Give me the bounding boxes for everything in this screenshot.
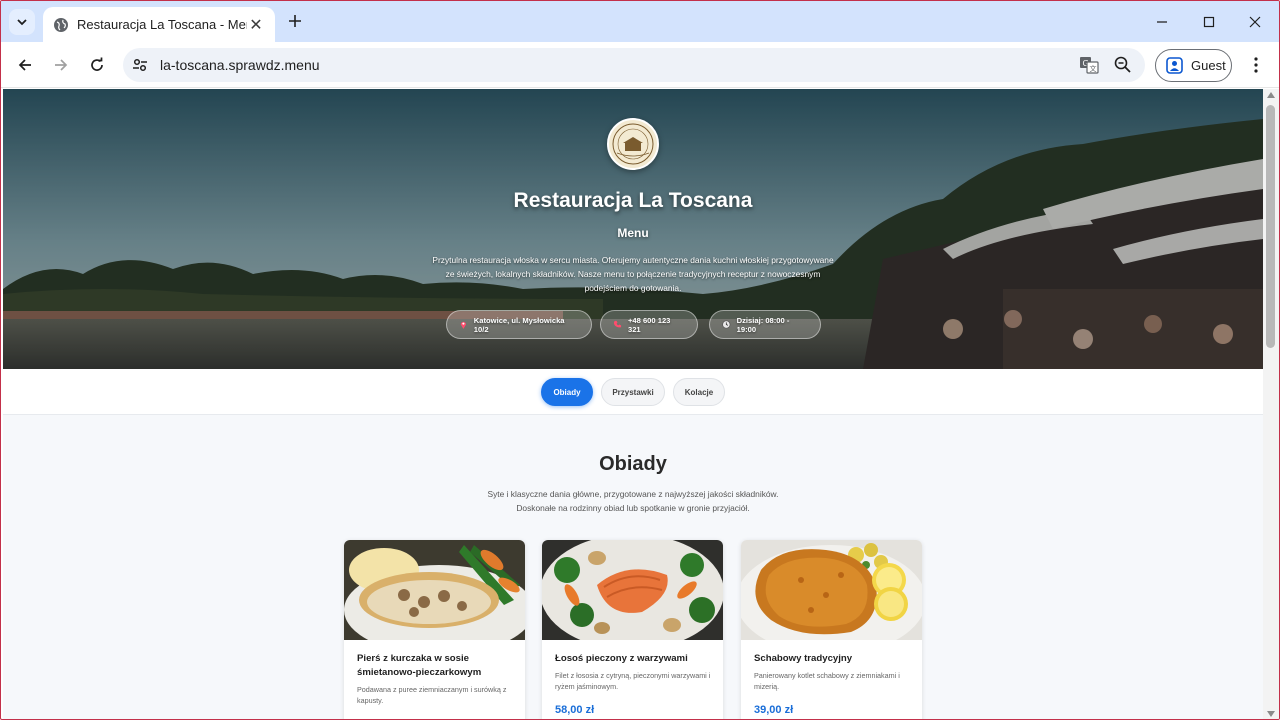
zoom-icon[interactable]	[1113, 55, 1133, 75]
dish-price: 58,00 zł	[555, 704, 595, 716]
scrollbar-thumb[interactable]	[1266, 105, 1275, 348]
dish-name: Pierś z kurczaka w sosie śmietanowo-piec…	[357, 653, 482, 678]
restaurant-name: Restauracja La Toscana	[513, 189, 753, 212]
scroll-down-arrow-icon[interactable]	[1267, 711, 1275, 717]
page-scrollbar[interactable]	[1263, 89, 1279, 719]
dish-name: Schabowy tradycyjny	[754, 653, 853, 664]
arrow-left-icon	[18, 59, 31, 71]
tab-search-button[interactable]	[9, 9, 35, 35]
hero-banner: Restauracja La Toscana Menu Przytulna re…	[3, 89, 1263, 369]
clock-icon	[722, 320, 731, 329]
tab-przystawki[interactable]: Przystawki	[601, 378, 665, 406]
browser-window: Restauracja La Toscana - Menu ✕ la-tosca…	[0, 0, 1280, 720]
dish-card[interactable]: Łosoś pieczony z warzywami Filet z łosos…	[542, 540, 723, 719]
globe-icon	[54, 17, 68, 32]
phone-icon	[613, 320, 622, 328]
minimize-icon	[1157, 21, 1167, 23]
reload-icon	[91, 57, 103, 71]
dish-description: Filet z łososia z cytryną, pieczonymi wa…	[555, 671, 711, 691]
category-tabs: Obiady Przystawki Kolacje	[3, 369, 1263, 415]
dish-card[interactable]: Pierś z kurczaka w sosie śmietanowo-piec…	[344, 540, 525, 719]
page-viewport: Restauracja La Toscana Menu Przytulna re…	[3, 89, 1263, 719]
hours-text: Dzisiaj: 08:00 - 19:00	[736, 315, 790, 334]
dish-photo-salmon	[542, 540, 723, 640]
plus-icon	[289, 15, 301, 27]
site-settings-icon[interactable]	[131, 56, 149, 74]
phone-text: +48 600 123 321	[627, 315, 671, 334]
restaurant-logo-emblem	[612, 123, 654, 165]
scroll-up-arrow-icon[interactable]	[1267, 92, 1275, 98]
close-window-button[interactable]	[1242, 9, 1268, 35]
more-vert-icon	[1254, 57, 1258, 73]
dish-name: Łosoś pieczony z warzywami	[555, 653, 688, 664]
dish-price: 39,00 zł	[754, 704, 794, 716]
tab-title: Restauracja La Toscana - Menu	[77, 17, 247, 32]
hero-subtitle: Menu	[617, 226, 649, 240]
forward-button[interactable]	[48, 52, 74, 78]
profile-button[interactable]: Guest	[1155, 49, 1232, 82]
new-tab-button[interactable]	[284, 10, 306, 32]
section-description-line-2: Doskonałe na rodzinny obiad lub spotkani…	[516, 503, 750, 513]
location-pin-icon	[460, 321, 467, 329]
chevron-down-icon	[17, 19, 27, 26]
section-description-line-1: Syte i klasyczne dania główne, przygotow…	[487, 489, 779, 499]
hours-pill[interactable]: Dzisiaj: 08:00 - 19:00	[709, 310, 821, 339]
close-icon	[1249, 16, 1261, 28]
maximize-icon	[1203, 16, 1215, 28]
reload-button[interactable]	[84, 52, 110, 78]
tab-kolacje[interactable]: Kolacje	[673, 378, 725, 406]
phone-pill[interactable]: +48 600 123 321	[600, 310, 698, 339]
dish-photo-pork-cutlet	[741, 540, 922, 640]
maximize-button[interactable]	[1196, 9, 1222, 35]
dish-description: Panierowany kotlet schabowy z ziemniakam…	[754, 671, 900, 691]
address-text: Katowice, ul. Mysłowicka 10/2	[473, 315, 565, 334]
address-bar[interactable]: la-toscana.sprawdz.menu G文	[123, 48, 1145, 82]
restaurant-logo	[607, 118, 659, 170]
tab-strip: Restauracja La Toscana - Menu ✕	[1, 1, 1279, 42]
tab-obiady[interactable]: Obiady	[541, 378, 593, 406]
browser-tab[interactable]: Restauracja La Toscana - Menu ✕	[43, 7, 275, 42]
back-button[interactable]	[12, 52, 38, 78]
dish-card[interactable]: Schabowy tradycyjny Panierowany kotlet s…	[741, 540, 922, 719]
svg-text:文: 文	[1090, 64, 1097, 73]
url-text[interactable]: la-toscana.sprawdz.menu	[160, 57, 320, 73]
dish-photo-chicken	[344, 540, 525, 640]
dish-description: Podawana z puree ziemniaczanym i surówką…	[357, 685, 507, 705]
close-tab-icon[interactable]: ✕	[247, 16, 265, 34]
address-pill[interactable]: Katowice, ul. Mysłowicka 10/2	[446, 310, 592, 339]
restaurant-description: Przytulna restauracja włoska w sercu mia…	[432, 255, 834, 293]
browser-toolbar: la-toscana.sprawdz.menu G文 Guest	[1, 42, 1279, 88]
browser-menu-button[interactable]	[1245, 52, 1267, 78]
profile-icon	[1166, 57, 1183, 74]
section-title: Obiady	[599, 453, 667, 475]
profile-label: Guest	[1191, 58, 1226, 73]
arrow-right-icon	[55, 59, 68, 71]
section-description: Syte i klasyczne dania główne, przygotow…	[383, 487, 883, 515]
minimize-button[interactable]	[1149, 9, 1175, 35]
translate-icon[interactable]: G文	[1079, 55, 1099, 75]
